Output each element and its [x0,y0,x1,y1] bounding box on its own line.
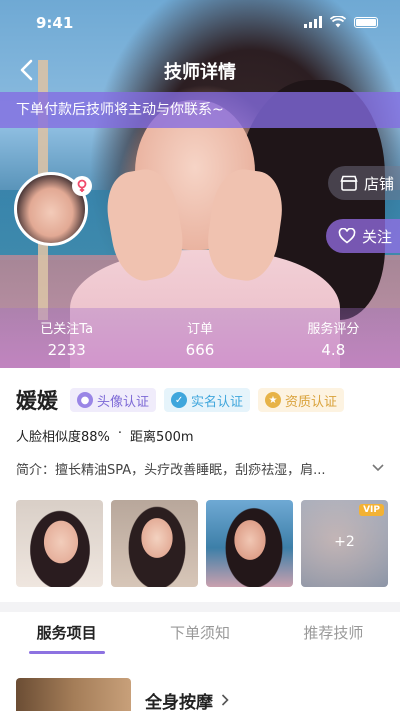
service-name: 全身按摩 [145,692,213,711]
shop-label: 店铺 [364,174,395,193]
technician-name: 媛媛 [16,389,58,413]
stat-label: 服务评分 [307,322,360,337]
status-time: 9:41 [36,14,74,32]
female-icon [72,176,92,196]
badge-label: 头像认证 [97,394,150,410]
stat-orders: 订单 666 [133,308,266,368]
battery-icon [354,16,378,28]
chevron-down-icon[interactable] [370,459,386,475]
tab-order-notes[interactable]: 下单须知 [133,612,266,658]
stats-bar: 已关注Ta 2233 订单 666 服务评分 4.8 [0,308,400,368]
signal-icon [304,16,322,28]
stat-value: 666 [185,341,215,359]
section-divider [0,602,400,612]
gallery-photo[interactable] [111,500,198,587]
tab-bar: 服务项目 下单须知 推荐技师 [0,612,400,658]
badge-qualification-verified: ★ 资质认证 [258,388,345,412]
face-similarity: 人脸相似度88% [16,430,110,445]
intro-text: 简介：擅长精油SPA，头疗改善睡眠，刮痧祛湿，肩... [16,463,326,478]
more-count: +2 [334,534,355,550]
meta-row: 人脸相似度88% · 距离500m [16,426,194,445]
gallery-photo[interactable] [206,500,293,587]
nav-bar: 技师详情 [0,50,400,90]
service-title: 全身按摩 [145,678,229,711]
intro-row[interactable]: 简介：擅长精油SPA，头疗改善睡眠，刮痧祛湿，肩... [16,459,386,478]
service-item[interactable]: 全身按摩 [16,678,386,711]
badge-avatar-verified: ● 头像认证 [70,388,157,412]
gallery-more-photo[interactable]: VIP +2 [301,500,388,587]
tab-services[interactable]: 服务项目 [0,612,133,658]
notice-banner: 下单付款后技师将主动与你联系~ [0,92,400,128]
stat-value: 4.8 [321,341,346,359]
photo-gallery: VIP +2 [16,500,388,587]
user-icon: ● [77,392,93,408]
chevron-right-icon [221,694,229,706]
vip-badge: VIP [359,504,384,516]
name-row: 媛媛 ● 头像认证 ✓ 实名认证 ★ 资质认证 [16,385,345,415]
status-icons [304,16,378,28]
shop-button[interactable]: 店铺 [328,166,400,200]
status-bar: 9:41 [0,0,400,44]
follow-label: 关注 [362,227,393,246]
heart-icon [338,228,356,244]
stat-followers: 已关注Ta 2233 [0,308,133,368]
stat-value: 2233 [47,341,86,359]
award-icon: ★ [265,392,282,408]
badge-realname-verified: ✓ 实名认证 [164,388,251,412]
shop-icon [340,175,358,191]
stat-label: 订单 [186,322,213,337]
wifi-icon [330,16,346,28]
verified-icon: ✓ [171,392,188,408]
gallery-photo[interactable] [16,500,103,587]
stat-rating: 服务评分 4.8 [267,308,400,368]
tab-recommended[interactable]: 推荐技师 [267,612,400,658]
distance: 距离500m [130,430,194,445]
service-image [16,678,131,711]
stat-label: 已关注Ta [40,322,94,337]
page-title: 技师详情 [164,62,236,83]
follow-button[interactable]: 关注 [326,219,400,253]
badge-label: 资质认证 [285,394,338,410]
separator-dot: · [117,426,123,441]
badge-label: 实名认证 [191,394,244,410]
